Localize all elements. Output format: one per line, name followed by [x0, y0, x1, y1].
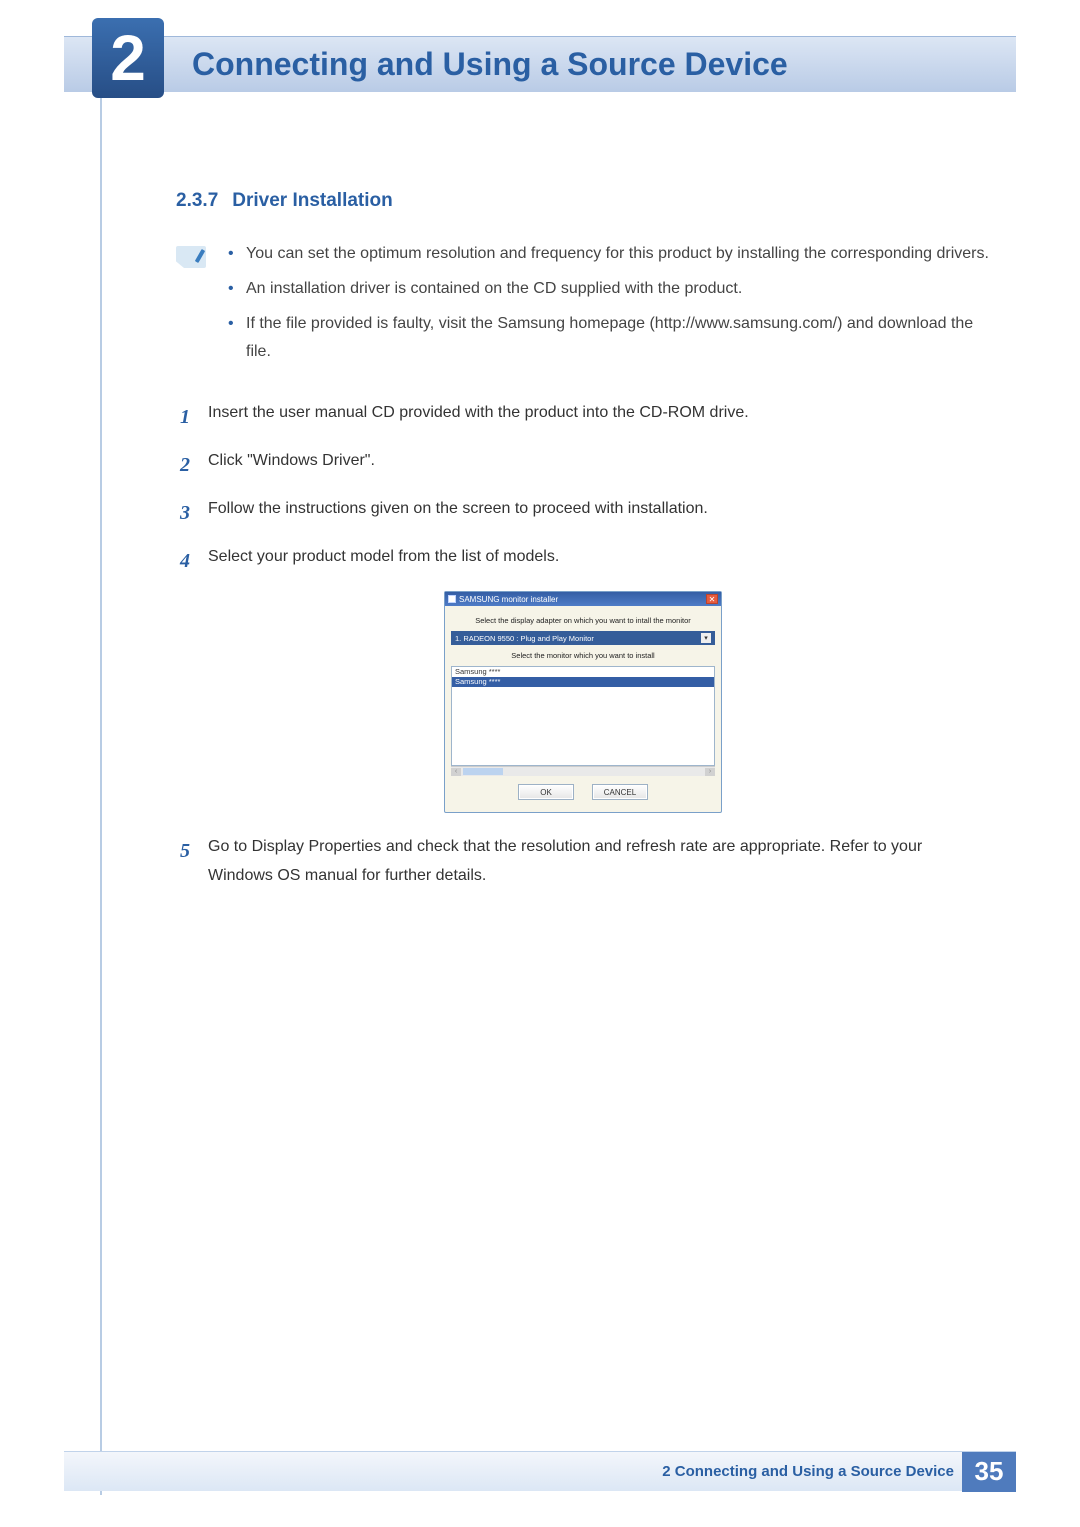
section-title: Driver Installation: [232, 190, 393, 212]
chevron-down-icon[interactable]: ▾: [701, 633, 711, 643]
section-number: 2.3.7: [176, 190, 218, 212]
monitor-prompt: Select the monitor which you want to ins…: [451, 651, 715, 660]
step-row: 4 Select your product model from the lis…: [176, 543, 990, 579]
step-number: 4: [176, 543, 194, 579]
installer-window: SAMSUNG monitor installer ✕ Select the d…: [444, 591, 722, 813]
step-number: 1: [176, 399, 194, 435]
horizontal-scrollbar[interactable]: ‹ ›: [451, 766, 715, 776]
chapter-header: Connecting and Using a Source Device: [64, 36, 1016, 92]
page-number: 35: [962, 1452, 1016, 1492]
scroll-thumb[interactable]: [463, 768, 503, 775]
ok-button[interactable]: OK: [518, 784, 574, 800]
app-icon: [448, 595, 456, 603]
scroll-left-icon[interactable]: ‹: [451, 768, 461, 776]
page-footer: 2 Connecting and Using a Source Device 3…: [64, 1451, 1016, 1491]
step-number: 5: [176, 833, 194, 869]
footer-chapter-text: 2 Connecting and Using a Source Device: [662, 1463, 954, 1480]
info-bullet: If the file provided is faulty, visit th…: [224, 310, 990, 368]
info-bullet: An installation driver is contained on t…: [224, 275, 990, 304]
installer-titlebar: SAMSUNG monitor installer ✕: [445, 592, 721, 606]
left-margin-rule: [100, 32, 102, 1495]
info-bullet: You can set the optimum resolution and f…: [224, 240, 990, 269]
close-icon[interactable]: ✕: [706, 594, 718, 604]
scroll-right-icon[interactable]: ›: [705, 768, 715, 776]
section-heading: 2.3.7 Driver Installation: [176, 190, 990, 212]
step-row: 2 Click "Windows Driver".: [176, 447, 990, 483]
monitor-list[interactable]: Samsung **** Samsung ****: [451, 666, 715, 766]
step-row: 5 Go to Display Properties and check tha…: [176, 833, 990, 891]
list-item[interactable]: Samsung ****: [452, 677, 714, 687]
step-text: Select your product model from the list …: [208, 543, 990, 572]
step-text: Insert the user manual CD provided with …: [208, 399, 990, 428]
step-text: Follow the instructions given on the scr…: [208, 495, 990, 524]
adapter-prompt: Select the display adapter on which you …: [451, 616, 715, 625]
note-icon: [176, 246, 206, 268]
cancel-button[interactable]: CANCEL: [592, 784, 648, 800]
step-row: 1 Insert the user manual CD provided wit…: [176, 399, 990, 435]
installer-title: SAMSUNG monitor installer: [459, 595, 558, 604]
chapter-number: 2: [110, 21, 146, 95]
info-note-block: You can set the optimum resolution and f…: [176, 240, 990, 373]
chapter-title: Connecting and Using a Source Device: [192, 46, 788, 83]
list-item[interactable]: Samsung ****: [452, 667, 714, 677]
step-text: Go to Display Properties and check that …: [208, 833, 990, 891]
info-bullet-list: You can set the optimum resolution and f…: [224, 240, 990, 373]
step-number: 2: [176, 447, 194, 483]
steps-list: 1 Insert the user manual CD provided wit…: [176, 399, 990, 891]
step-text: Click "Windows Driver".: [208, 447, 990, 476]
adapter-dropdown[interactable]: 1. RADEON 9550 : Plug and Play Monitor ▾: [451, 631, 715, 645]
adapter-selected: 1. RADEON 9550 : Plug and Play Monitor: [455, 634, 594, 643]
step-number: 3: [176, 495, 194, 531]
chapter-number-badge: 2: [92, 18, 164, 98]
step-row: 3 Follow the instructions given on the s…: [176, 495, 990, 531]
